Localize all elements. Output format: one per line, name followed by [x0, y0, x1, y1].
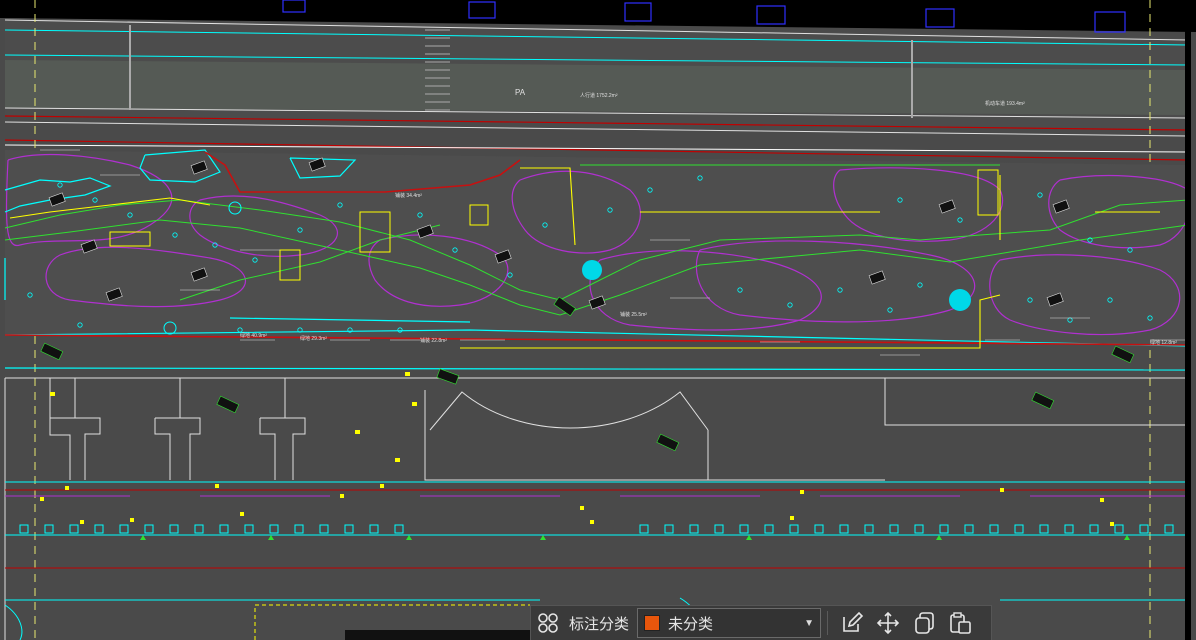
category-dropdown[interactable]: 未分类 ▼: [637, 608, 822, 638]
svg-text:铺装 25.5m²: 铺装 25.5m²: [620, 311, 647, 318]
move-icon: [876, 611, 900, 635]
svg-text:铺装 34.4m²: 铺装 34.4m²: [395, 192, 422, 199]
svg-text:绿地 40.9m²: 绿地 40.9m²: [240, 332, 267, 339]
cad-drawing[interactable]: PA 人行道 1752.2m² 机动车道 193.4m² 绿地 40.9m² 铺…: [0, 0, 1196, 640]
cad-viewport[interactable]: PA 人行道 1752.2m² 机动车道 193.4m² 绿地 40.9m² 铺…: [0, 0, 1196, 640]
category-label: 标注分类: [569, 615, 630, 633]
pa-label: PA: [515, 88, 526, 97]
svg-text:绿地 29.3m²: 绿地 29.3m²: [300, 335, 327, 342]
copy-icon: [915, 612, 934, 634]
paste-button[interactable]: [942, 606, 978, 640]
chevron-down-icon: ▼: [804, 617, 815, 629]
svg-text:人行道 1752.2m²: 人行道 1752.2m²: [580, 92, 618, 99]
move-button[interactable]: [870, 606, 906, 640]
svg-text:铺装 22.8m²: 铺装 22.8m²: [420, 337, 447, 344]
grid-icon[interactable]: [531, 606, 565, 640]
edit-icon: [843, 611, 864, 632]
edit-button[interactable]: [834, 606, 870, 640]
paste-icon: [950, 612, 971, 634]
svg-text:绿地 12.8m²: 绿地 12.8m²: [1150, 339, 1177, 346]
svg-text:机动车道 193.4m²: 机动车道 193.4m²: [985, 100, 1025, 107]
plaza-area: [5, 150, 1188, 345]
selected-category: 未分类: [668, 615, 714, 633]
toolbar-divider: [827, 611, 829, 635]
category-color-swatch: [644, 615, 661, 631]
copy-button[interactable]: [906, 606, 942, 640]
annotation-toolbar: 标注分类 未分类 ▼: [530, 605, 992, 640]
